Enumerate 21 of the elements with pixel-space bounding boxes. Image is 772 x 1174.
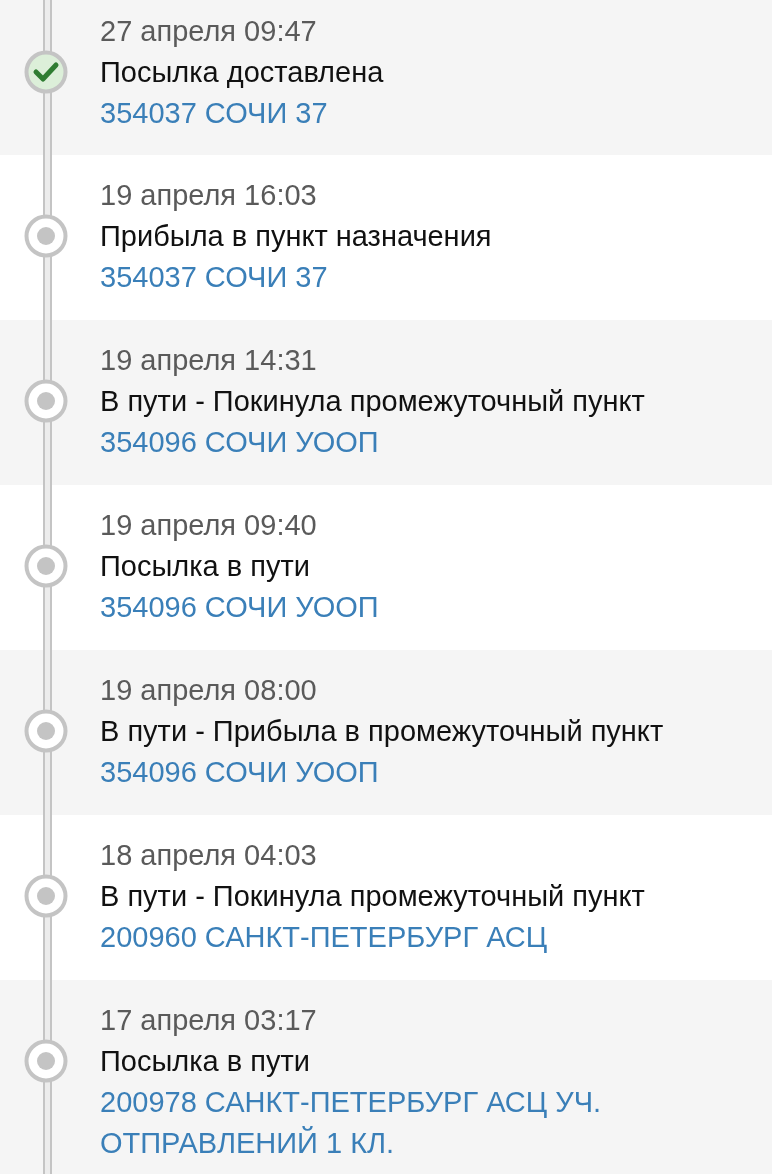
event-location: 200960 САНКТ-ПЕТЕРБУРГ АСЦ [100,920,549,955]
event-location: 354037 СОЧИ 37 [100,260,329,295]
event-date: 18 апреля 04:03 [100,838,318,873]
event-date: 17 апреля 03:17 [100,1003,318,1038]
event-location: 354037 СОЧИ 37 [100,96,329,131]
event-date: 19 апреля 14:31 [100,343,318,378]
event-date: 27 апреля 09:47 [100,14,318,49]
event-status: В пути - Покинула промежуточный пункт [100,384,646,419]
event-date: 19 апреля 09:40 [100,508,318,543]
event-location: 200978 САНКТ-ПЕТЕРБУРГ АСЦ УЧ. ОТПРАВЛЕНИЙ 1 КЛ. [100,1085,603,1161]
event-location: 354096 СОЧИ УООП [100,590,380,625]
event-date: 19 апреля 08:00 [100,673,318,708]
event-status: Посылка доставлена [100,55,385,90]
event-location: 354096 СОЧИ УООП [100,425,380,460]
event-status: В пути - Прибыла в промежуточный пункт [100,714,665,749]
event-status: Прибыла в пункт назначения [100,219,493,254]
event-status: В пути - Покинула промежуточный пункт [100,879,646,914]
event-date: 19 апреля 16:03 [100,178,318,213]
event-location: 354096 СОЧИ УООП [100,755,380,790]
event-status: Посылка в пути [100,549,311,584]
event-status: Посылка в пути [100,1044,311,1079]
